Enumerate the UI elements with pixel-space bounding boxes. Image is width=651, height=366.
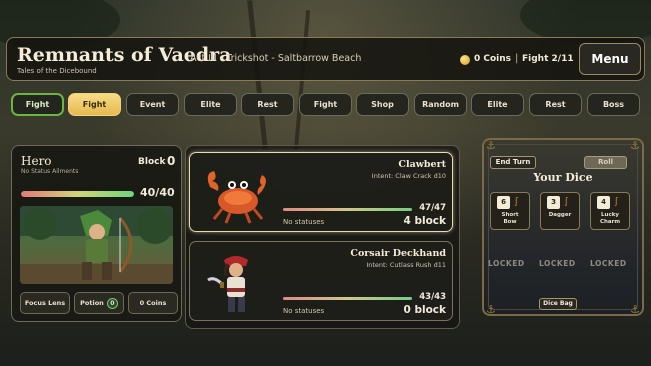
swirl-icon: ʃ xyxy=(615,197,619,207)
enemy-health-bar xyxy=(283,208,412,211)
end-turn-button[interactable]: End Turn xyxy=(490,156,536,169)
potion-count-badge: 0 xyxy=(106,297,118,309)
enemy-block: 0 block xyxy=(403,304,447,316)
enemy-name: Corsair Deckhand xyxy=(350,248,446,259)
die-face: 3 xyxy=(547,196,560,209)
map-node-fight[interactable]: Fight xyxy=(299,93,352,116)
hero-name: Hero xyxy=(21,154,52,168)
enemy-statuses: No statuses xyxy=(283,307,325,315)
map-progress-track: Fight Fight Event Elite Rest Fight Shop Random E… xyxy=(11,93,641,117)
header-separator: | xyxy=(515,53,519,64)
anchor-icon: ⚓ xyxy=(630,139,640,152)
map-node-rest[interactable]: Rest xyxy=(241,93,294,116)
potion-button[interactable]: Potion 0 xyxy=(74,292,124,314)
die-label: Lucky Charm xyxy=(599,212,621,225)
map-node-boss[interactable]: Boss xyxy=(587,93,640,116)
enemy-health-bar xyxy=(283,297,412,300)
hero-block-value: 0 xyxy=(167,154,176,168)
enemy-name: Clawbert xyxy=(398,159,446,170)
enemy-intent: Intent: Claw Crack d10 xyxy=(371,172,446,180)
enemies-panel: Clawbert Intent: Claw Crack d10 47/47 No… xyxy=(185,145,460,329)
corsair-enemy-art xyxy=(207,256,248,312)
enemy-health-text: 47/47 xyxy=(419,203,446,213)
die-label: Dagger xyxy=(548,212,572,218)
map-node-fight[interactable]: Fight xyxy=(68,93,121,116)
die-face: 6 xyxy=(497,196,510,209)
map-node-random[interactable]: Random xyxy=(414,93,467,116)
hero-panel: Hero No Status Ailments Block 0 40/40 Fo… xyxy=(11,145,182,322)
coins-button[interactable]: 0 Coins xyxy=(128,292,178,314)
locked-slot: LOCKED xyxy=(488,259,525,268)
map-node-fight[interactable]: Fight xyxy=(11,93,64,116)
fight-progress: Fight 2/11 xyxy=(522,54,574,64)
locked-slot: LOCKED xyxy=(539,259,576,268)
coin-icon xyxy=(460,55,470,65)
swirl-icon: ʃ xyxy=(515,197,519,207)
roll-button[interactable]: Roll xyxy=(584,156,627,169)
die-label: Short Bow xyxy=(501,212,519,225)
potion-label: Potion xyxy=(80,299,104,307)
enemy-health-fill xyxy=(283,208,412,211)
map-node-rest[interactable]: Rest xyxy=(529,93,582,116)
enemy-card-clawbert[interactable]: Clawbert Intent: Claw Crack d10 47/47 No… xyxy=(189,152,453,232)
hero-block-label: Block xyxy=(138,157,166,167)
hero-health-bar xyxy=(21,191,134,197)
enemy-block: 4 block xyxy=(403,215,447,227)
die-slot-dagger[interactable]: 3 ʃ Dagger xyxy=(540,192,580,230)
menu-button[interactable]: Menu xyxy=(579,43,641,75)
map-node-elite[interactable]: Elite xyxy=(471,93,524,116)
hero-health-text: 40/40 xyxy=(140,186,175,199)
crab-enemy-art xyxy=(207,171,266,224)
anchor-icon: ⚓ xyxy=(486,139,496,152)
die-slot-short-bow[interactable]: 6 ʃ Short Bow xyxy=(490,192,530,230)
hero-portrait xyxy=(20,206,173,284)
enemy-health-fill xyxy=(283,297,412,300)
coins-counter: 0 Coins xyxy=(474,54,512,64)
dice-bag-button[interactable]: Dice Bag xyxy=(539,298,577,310)
focus-lens-button[interactable]: Focus Lens xyxy=(20,292,70,314)
game-subtitle: Tales of the Dicebound xyxy=(17,67,97,75)
hero-archer-art xyxy=(20,206,173,284)
dice-tray: ⚓ ⚓ ⚓ ⚓ End Turn Roll Your Dice 6 ʃ Shor… xyxy=(482,138,644,316)
enemy-intent: Intent: Cutlass Rush d11 xyxy=(366,261,446,269)
hero-health-fill xyxy=(21,191,134,197)
anchor-icon: ⚓ xyxy=(486,303,496,316)
map-node-elite[interactable]: Elite xyxy=(184,93,237,116)
hero-status: No Status Ailments xyxy=(21,168,79,175)
enemy-statuses: No statuses xyxy=(283,218,325,226)
enemy-card-corsair-deckhand[interactable]: Corsair Deckhand Intent: Cutlass Rush d1… xyxy=(189,241,453,321)
die-slot-lucky-charm[interactable]: 4 ʃ Lucky Charm xyxy=(590,192,630,230)
act-location-label: Act III - Trickshot - Saltbarrow Beach xyxy=(190,53,362,64)
anchor-icon: ⚓ xyxy=(630,303,640,316)
top-bar: Remnants of Vaedra Tales of the Diceboun… xyxy=(6,37,645,81)
swirl-icon: ʃ xyxy=(565,197,569,207)
locked-slot: LOCKED xyxy=(590,259,627,268)
die-face: 4 xyxy=(597,196,610,209)
map-node-event[interactable]: Event xyxy=(126,93,179,116)
enemy-health-text: 43/43 xyxy=(419,292,446,302)
hero-actions: Focus Lens Potion 0 0 Coins xyxy=(20,292,178,314)
map-node-shop[interactable]: Shop xyxy=(356,93,409,116)
dice-panel-title: Your Dice xyxy=(533,171,593,184)
